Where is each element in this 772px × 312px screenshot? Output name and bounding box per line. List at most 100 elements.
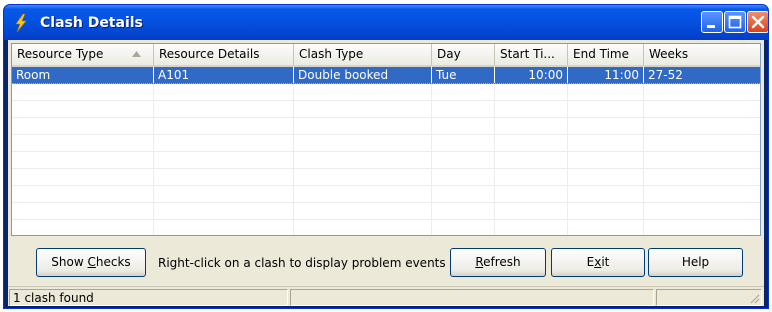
maximize-button[interactable] <box>724 11 746 33</box>
column-header-resource-details[interactable]: Resource Details <box>154 44 294 65</box>
cell-end-time <box>568 152 644 168</box>
help-button[interactable]: Help <box>648 248 743 277</box>
cell-end-time <box>568 203 644 219</box>
cell-weeks <box>644 135 760 151</box>
exit-button[interactable]: Exit <box>551 248 645 277</box>
cell-end-time: 11:00 <box>568 67 644 83</box>
minimize-button[interactable] <box>701 11 723 33</box>
empty-table-row[interactable] <box>12 220 760 235</box>
cell-clash-type <box>294 186 432 202</box>
cell-start-time <box>495 152 568 168</box>
cell-resource-type <box>12 203 154 219</box>
lightning-bolt-icon <box>15 14 27 32</box>
column-header-clash-type[interactable]: Clash Type <box>294 44 432 65</box>
cell-resource-details: A101 <box>154 67 294 83</box>
cell-end-time <box>568 186 644 202</box>
status-panel-middle <box>290 289 654 306</box>
cell-start-time <box>495 118 568 134</box>
empty-table-row[interactable] <box>12 152 760 169</box>
cell-end-time <box>568 84 644 100</box>
cell-day <box>432 135 495 151</box>
cell-day <box>432 84 495 100</box>
cell-start-time <box>495 135 568 151</box>
cell-clash-type: Double booked <box>294 67 432 83</box>
empty-table-row[interactable] <box>12 203 760 220</box>
cell-resource-type <box>12 220 154 235</box>
cell-clash-type <box>294 101 432 117</box>
status-bar: 1 clash found <box>8 286 764 306</box>
column-header-weeks[interactable]: Weeks <box>644 44 760 65</box>
table-row[interactable]: Room A101 Double booked Tue 10:00 11:00 27-52 <box>12 67 760 84</box>
column-header-end-time[interactable]: End Time <box>568 44 644 65</box>
cell-end-time <box>568 118 644 134</box>
cell-resource-type <box>12 84 154 100</box>
cell-end-time <box>568 220 644 235</box>
cell-day <box>432 186 495 202</box>
cell-resource-details <box>154 101 294 117</box>
cell-clash-type <box>294 220 432 235</box>
cell-start-time <box>495 220 568 235</box>
minimize-icon <box>707 25 715 28</box>
cell-clash-type <box>294 135 432 151</box>
cell-clash-type <box>294 203 432 219</box>
cell-weeks: 27-52 <box>644 67 760 83</box>
cell-weeks <box>644 203 760 219</box>
cell-weeks <box>644 169 760 185</box>
cell-resource-details <box>154 186 294 202</box>
cell-end-time <box>568 101 644 117</box>
empty-table-row[interactable] <box>12 84 760 101</box>
empty-table-row[interactable] <box>12 101 760 118</box>
cell-clash-type <box>294 152 432 168</box>
cell-resource-type <box>12 135 154 151</box>
cell-resource-details <box>154 203 294 219</box>
cell-end-time <box>568 135 644 151</box>
close-icon <box>751 15 765 29</box>
cell-day <box>432 101 495 117</box>
cell-day <box>432 220 495 235</box>
empty-table-row[interactable] <box>12 186 760 203</box>
cell-resource-details <box>154 169 294 185</box>
cell-clash-type <box>294 169 432 185</box>
cell-day <box>432 203 495 219</box>
status-panel-right <box>656 289 762 306</box>
cell-day <box>432 169 495 185</box>
cell-end-time <box>568 169 644 185</box>
show-checks-button[interactable]: Show Checks <box>36 248 146 277</box>
close-button[interactable] <box>747 11 768 33</box>
empty-table-row[interactable] <box>12 169 760 186</box>
cell-clash-type <box>294 118 432 134</box>
cell-weeks <box>644 186 760 202</box>
cell-weeks <box>644 152 760 168</box>
cell-start-time <box>495 84 568 100</box>
cell-resource-details <box>154 135 294 151</box>
cell-resource-type <box>12 101 154 117</box>
column-header-resource-type[interactable]: Resource Type <box>12 44 154 65</box>
cell-resource-type <box>12 186 154 202</box>
title-bar[interactable]: Clash Details <box>4 5 768 40</box>
cell-resource-details <box>154 118 294 134</box>
column-header-start-time[interactable]: Start Ti... <box>495 44 568 65</box>
maximize-icon <box>728 15 742 29</box>
cell-resource-details <box>154 152 294 168</box>
cell-start-time <box>495 101 568 117</box>
clash-details-window: Clash Details Resource Type Resource Det… <box>3 4 769 309</box>
sort-ascending-icon <box>132 51 141 57</box>
empty-table-row[interactable] <box>12 135 760 152</box>
clash-table[interactable]: Resource Type Resource Details Clash Typ… <box>11 43 761 236</box>
cell-weeks <box>644 118 760 134</box>
column-header-day[interactable]: Day <box>432 44 495 65</box>
cell-weeks <box>644 220 760 235</box>
empty-table-row[interactable] <box>12 118 760 135</box>
cell-resource-type: Room <box>12 67 154 83</box>
refresh-button[interactable]: Refresh <box>450 248 546 277</box>
cell-weeks <box>644 84 760 100</box>
cell-clash-type <box>294 84 432 100</box>
cell-start-time <box>495 169 568 185</box>
resize-grip-icon[interactable] <box>750 294 760 304</box>
cell-weeks <box>644 101 760 117</box>
cell-resource-details <box>154 220 294 235</box>
cell-resource-details <box>154 84 294 100</box>
cell-start-time <box>495 186 568 202</box>
cell-resource-type <box>12 152 154 168</box>
cell-day <box>432 118 495 134</box>
